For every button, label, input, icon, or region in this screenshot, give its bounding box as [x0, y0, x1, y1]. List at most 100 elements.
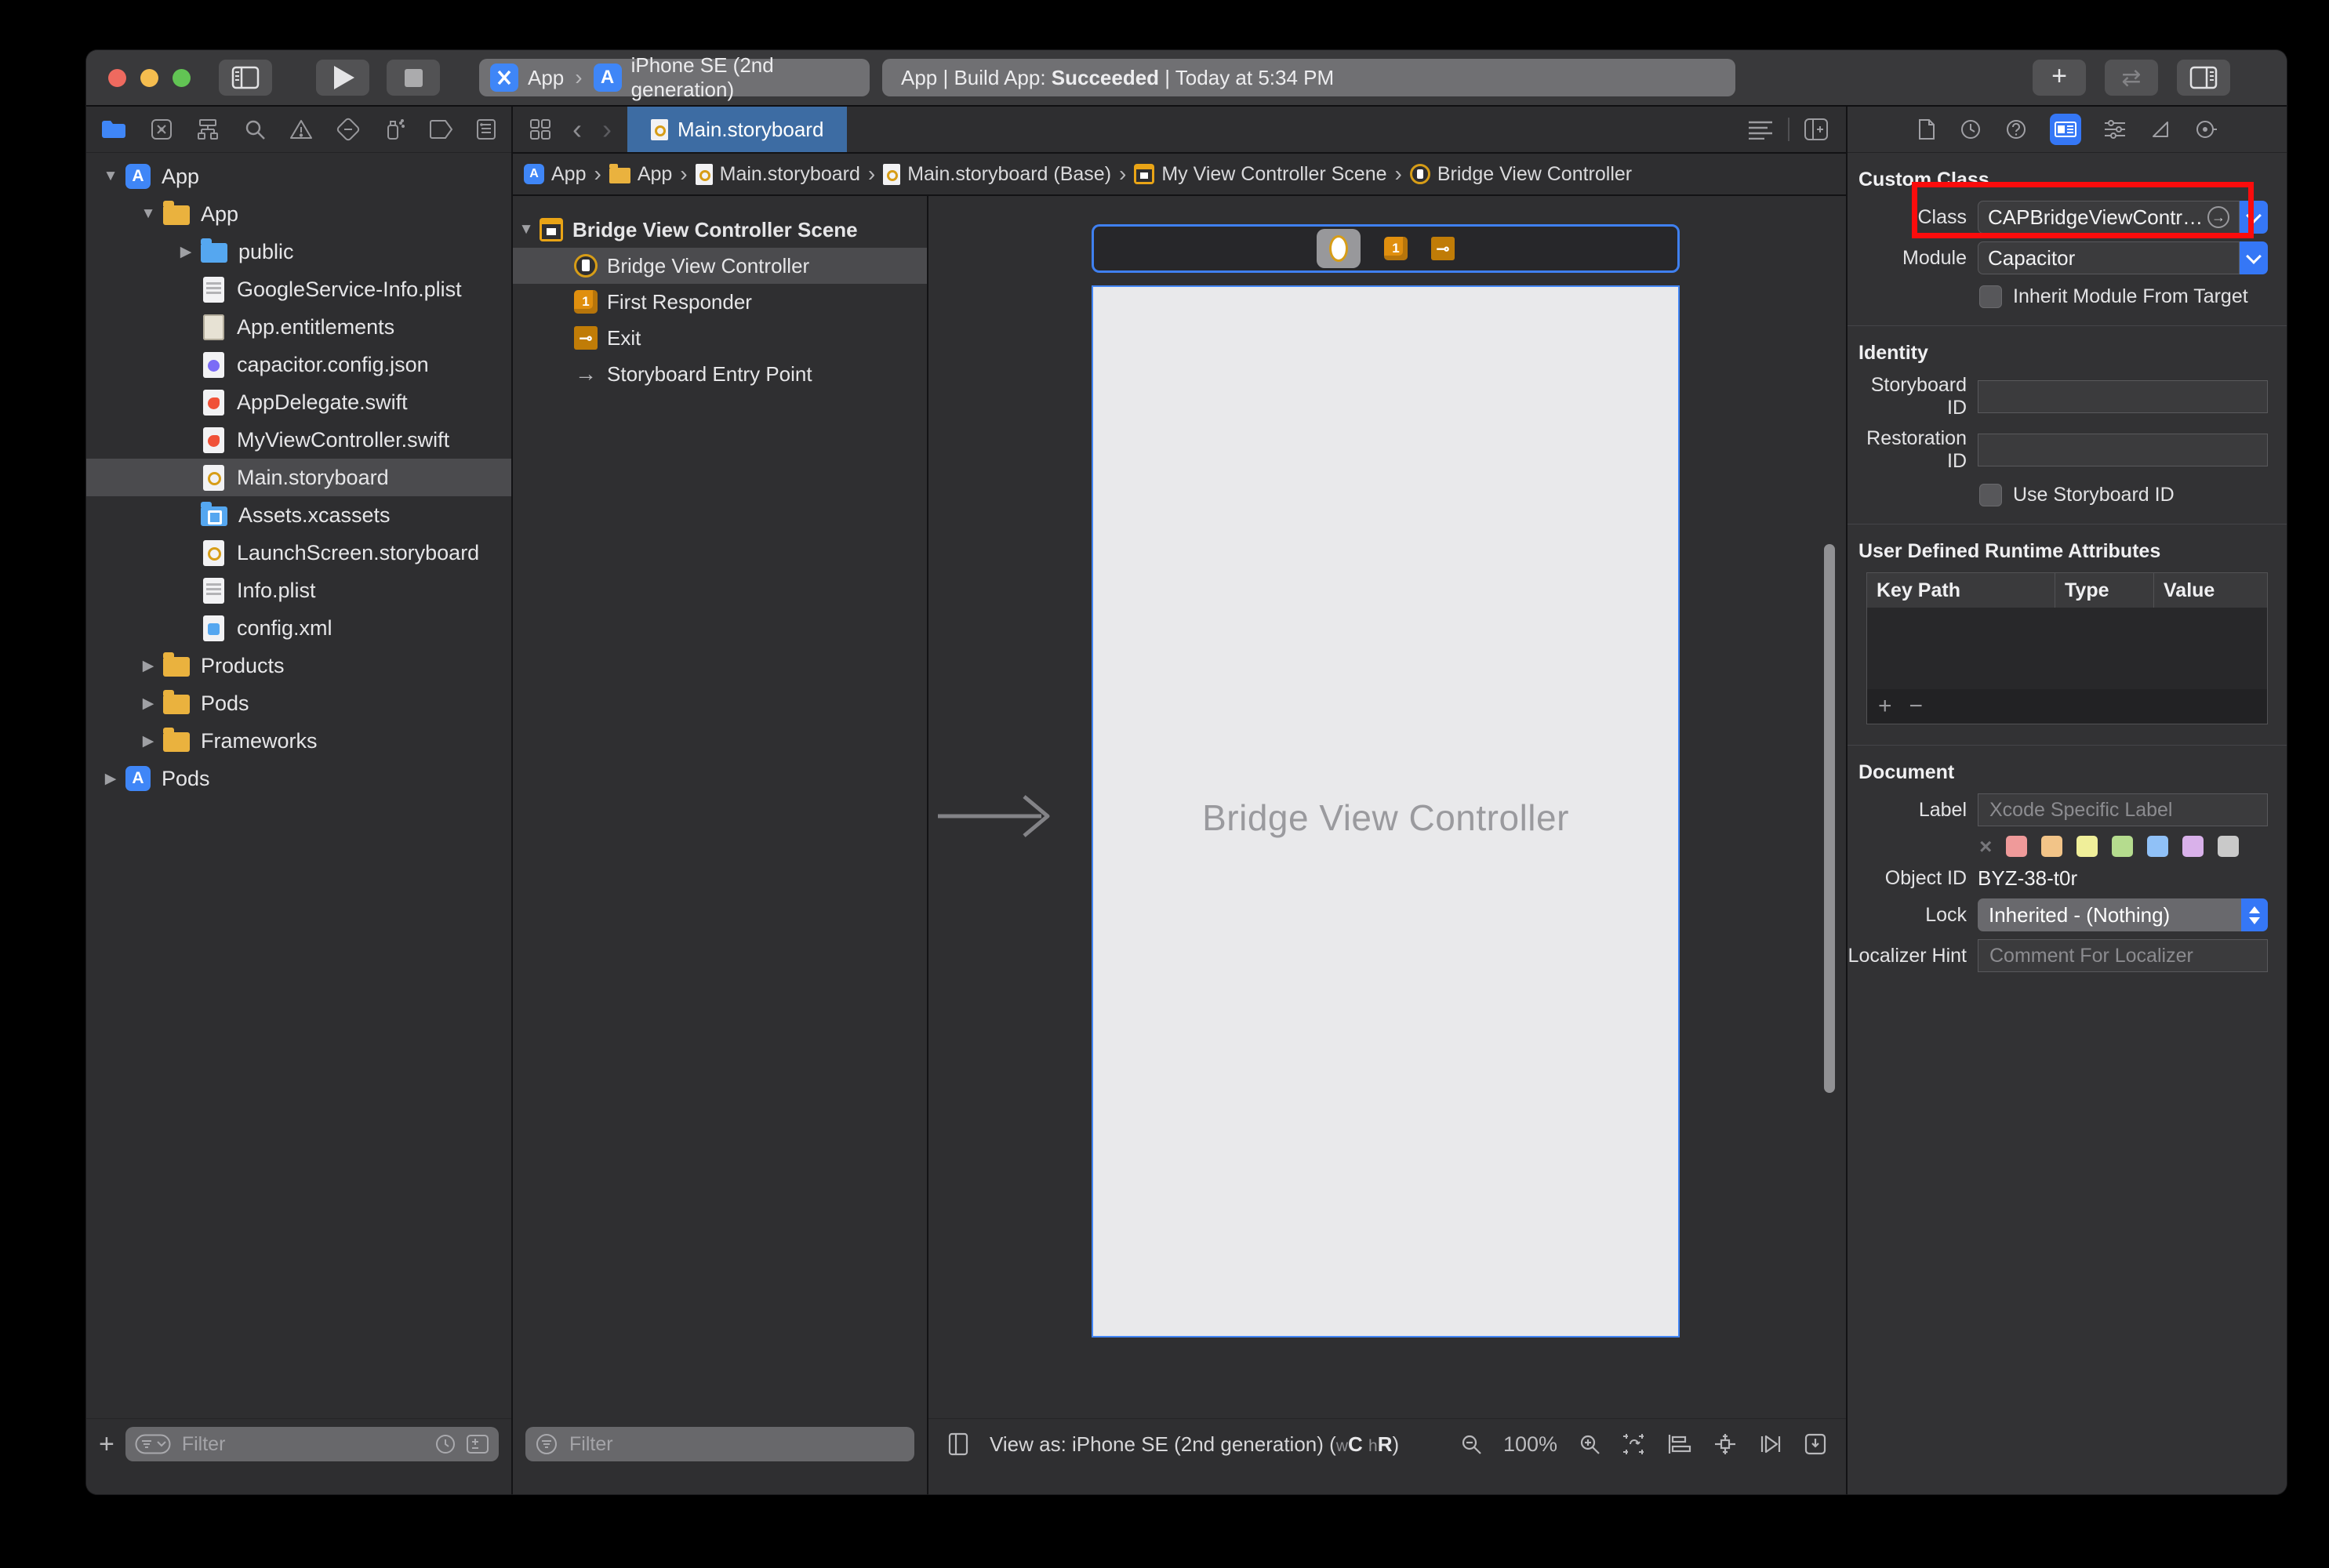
disclosure-triangle[interactable]: ▶ — [173, 243, 199, 261]
back-button[interactable]: ‹ — [572, 113, 582, 146]
exit-icon[interactable]: ⊸ — [1431, 237, 1455, 260]
file-row[interactable]: MyViewController.swift — [86, 421, 511, 459]
file-row[interactable]: Info.plist — [86, 572, 511, 609]
zoom-level[interactable]: 100% — [1503, 1432, 1557, 1457]
restoration-id-input[interactable] — [1988, 438, 2258, 463]
view-controller-view[interactable]: Bridge View Controller — [1092, 285, 1680, 1338]
inspector-toggle-button[interactable] — [2177, 60, 2230, 96]
issue-navigator-tab[interactable] — [289, 118, 314, 141]
source-control-status-icon[interactable] — [466, 1434, 489, 1454]
localizer-hint-input[interactable] — [1988, 944, 2258, 968]
run-button[interactable] — [316, 60, 369, 96]
disclosure-triangle[interactable]: ▼ — [513, 221, 540, 238]
project-navigator-tab[interactable] — [100, 118, 127, 140]
zoom-window-button[interactable] — [173, 69, 191, 87]
zoom-in-icon[interactable] — [1578, 1432, 1601, 1456]
color-swatch[interactable] — [2147, 836, 2168, 857]
storyboard-entry-point-arrow[interactable] — [936, 790, 1070, 842]
outline-filter-field[interactable] — [525, 1427, 914, 1461]
inherit-module-checkbox[interactable] — [1979, 285, 2002, 308]
breadcrumb-item[interactable]: App — [609, 163, 672, 186]
source-control-tab[interactable] — [150, 118, 173, 141]
file-row[interactable]: GoogleService-Info.plist — [86, 270, 511, 308]
lock-popup[interactable]: Inherited - (Nothing) — [1978, 898, 2268, 931]
attributes-inspector-tab[interactable] — [2103, 118, 2127, 140]
quick-help-inspector-tab[interactable] — [2004, 118, 2028, 141]
find-navigator-tab[interactable] — [243, 118, 267, 141]
symbol-navigator-tab[interactable] — [195, 118, 220, 141]
outline-scene-row[interactable]: ▼ Bridge View Controller Scene — [513, 212, 927, 248]
color-swatch[interactable] — [2218, 836, 2239, 857]
code-review-button[interactable]: ⇄ — [2105, 60, 2158, 96]
breadcrumb-item[interactable]: Bridge View Controller — [1410, 163, 1632, 186]
zoom-out-icon[interactable] — [1459, 1432, 1483, 1456]
close-window-button[interactable] — [108, 69, 126, 87]
disclosure-triangle[interactable]: ▼ — [97, 168, 124, 185]
resolve-autolayout-icon[interactable] — [1758, 1433, 1783, 1455]
size-inspector-tab[interactable] — [2149, 118, 2172, 141]
library-button[interactable]: + — [2033, 60, 2086, 96]
file-row[interactable]: ▶Pods — [86, 684, 511, 722]
navigator-filter-field[interactable] — [125, 1427, 499, 1461]
breadcrumb-item[interactable]: Main.storyboard — [696, 163, 860, 186]
breadcrumb-item[interactable]: Main.storyboard (Base) — [883, 163, 1111, 186]
file-row[interactable]: config.xml — [86, 609, 511, 647]
tab-main-storyboard[interactable]: Main.storyboard — [627, 107, 847, 152]
outline-filter-input[interactable] — [568, 1432, 905, 1457]
document-label-input[interactable] — [1988, 798, 2258, 822]
module-combo[interactable]: Capacitor — [1978, 241, 2268, 274]
class-dropdown-button[interactable] — [2240, 201, 2268, 234]
canvas-area[interactable]: 1 ⊸ Bridge View Controller — [928, 196, 1846, 1418]
file-row[interactable]: Assets.xcassets — [86, 496, 511, 534]
file-row[interactable]: ▼AApp — [86, 158, 511, 195]
debug-navigator-tab[interactable] — [382, 118, 405, 141]
file-row[interactable]: capacitor.config.json — [86, 346, 511, 383]
recent-files-icon[interactable] — [434, 1433, 456, 1455]
class-combo[interactable]: CAPBridgeViewControl... → — [1978, 201, 2268, 234]
outline-item[interactable]: 1First Responder — [513, 284, 927, 320]
color-swatch[interactable] — [2182, 836, 2204, 857]
use-storyboard-id-checkbox[interactable] — [1979, 484, 2002, 506]
stop-button[interactable] — [387, 60, 440, 96]
breadcrumb-item[interactable]: AApp — [524, 163, 586, 186]
outline-item[interactable]: →Storyboard Entry Point — [513, 356, 927, 392]
scheme-selector[interactable]: App › A iPhone SE (2nd generation) — [479, 59, 870, 96]
add-constraints-icon[interactable] — [1713, 1432, 1738, 1456]
canvas-scrollbar[interactable] — [1824, 544, 1835, 1093]
report-navigator-tab[interactable] — [475, 118, 497, 141]
clear-color-button[interactable]: × — [1979, 836, 1992, 857]
breakpoint-navigator-tab[interactable] — [428, 118, 453, 140]
storyboard-id-input[interactable] — [1988, 385, 2258, 409]
navigator-toggle-button[interactable] — [219, 60, 272, 96]
view-controller-dock-item[interactable] — [1317, 229, 1361, 268]
first-responder-icon[interactable]: 1 — [1384, 237, 1408, 260]
color-swatch[interactable] — [2076, 836, 2098, 857]
file-row[interactable]: ▶Products — [86, 647, 511, 684]
history-inspector-tab[interactable] — [1959, 118, 1982, 141]
connections-inspector-tab[interactable] — [2194, 118, 2218, 141]
color-swatch[interactable] — [2112, 836, 2133, 857]
disclosure-triangle[interactable]: ▶ — [135, 657, 162, 675]
view-as-label[interactable]: View as: iPhone SE (2nd generation) (wC … — [990, 1432, 1399, 1457]
column-value[interactable]: Value — [2154, 573, 2267, 608]
editor-options-icon[interactable] — [1747, 119, 1774, 140]
navigator-filter-input[interactable] — [180, 1432, 425, 1457]
file-row[interactable]: ▶Frameworks — [86, 722, 511, 760]
outline-item[interactable]: ⊸Exit — [513, 320, 927, 356]
test-navigator-tab[interactable] — [336, 118, 360, 141]
breadcrumb-item[interactable]: My View Controller Scene — [1134, 163, 1386, 186]
add-file-button[interactable]: + — [99, 1432, 114, 1456]
add-editor-icon[interactable] — [1804, 118, 1829, 141]
table-body[interactable] — [1867, 608, 2267, 689]
related-items-icon[interactable] — [529, 118, 552, 141]
file-row[interactable]: LaunchScreen.storyboard — [86, 534, 511, 572]
color-swatch[interactable] — [2006, 836, 2027, 857]
file-inspector-tab[interactable] — [1917, 118, 1937, 141]
device-bar-toggle-icon[interactable] — [947, 1432, 969, 1456]
file-row[interactable]: ▼App — [86, 195, 511, 233]
disclosure-triangle[interactable]: ▶ — [97, 770, 124, 788]
file-row[interactable]: App.entitlements — [86, 308, 511, 346]
embed-icon[interactable] — [1804, 1432, 1827, 1456]
color-swatch[interactable] — [2041, 836, 2062, 857]
minimize-window-button[interactable] — [140, 69, 158, 87]
